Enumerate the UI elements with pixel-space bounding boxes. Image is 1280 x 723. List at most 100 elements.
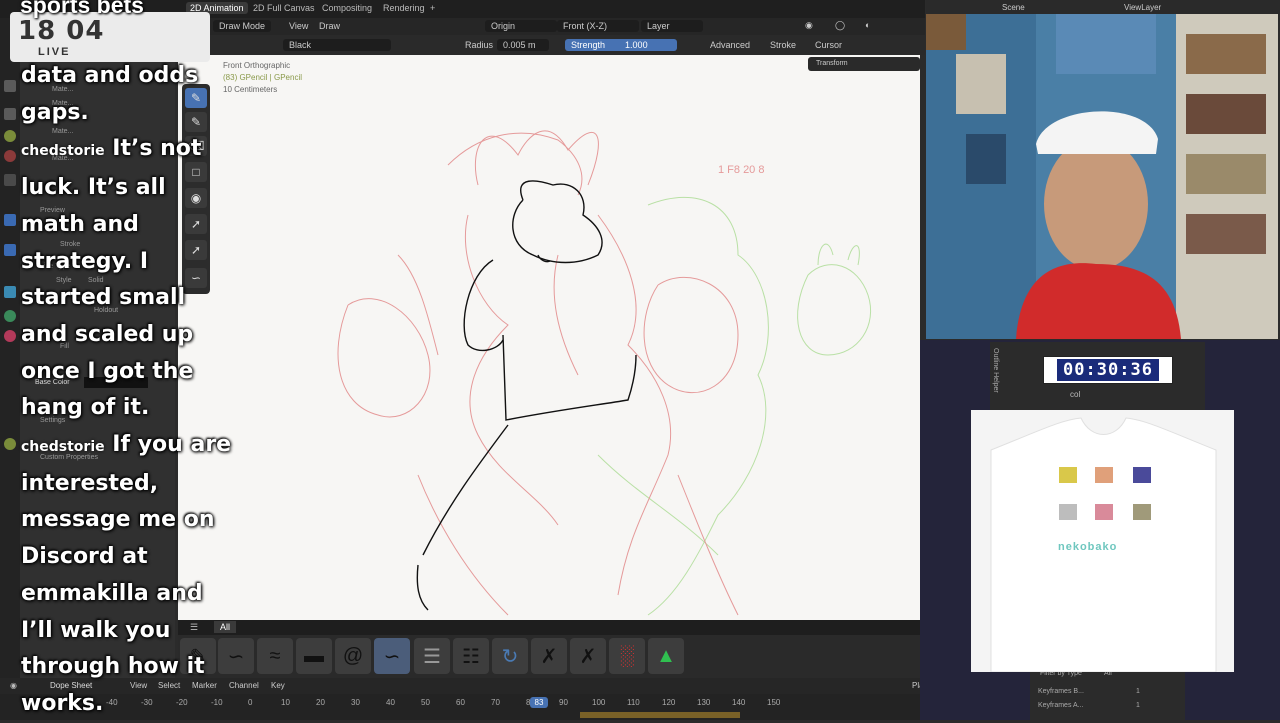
chat-line: works. (21, 690, 104, 716)
object-data-tab-icon[interactable] (4, 310, 16, 322)
object-tab-icon[interactable] (4, 130, 16, 142)
gizmo-icon[interactable]: ◉ (805, 20, 813, 31)
chat-line: hang of it. (21, 395, 150, 421)
scene-selector[interactable]: Scene (1002, 3, 1025, 12)
chat-line: data and odds (21, 63, 199, 88)
radius-field[interactable]: 0.005 m (497, 39, 549, 51)
chat-line: and scaled up (21, 321, 194, 347)
constraint-tab-icon[interactable] (4, 286, 16, 298)
render-tab-icon[interactable] (4, 108, 16, 120)
mode-dropdown[interactable]: Draw Mode (213, 20, 272, 32)
tool-tab-icon[interactable] (4, 80, 16, 92)
red-sketch-arms (397, 254, 579, 376)
chat-overlay: data and odds gaps. chedstorie It’s not … (21, 58, 241, 723)
chat-line: gaps. (21, 99, 89, 125)
viewport-header: Draw Mode View Draw Origin Front (X-Z) L… (175, 18, 925, 35)
radius-label: Radius (465, 40, 494, 50)
keyframes-after-value[interactable]: 1 (1136, 702, 1140, 709)
tab-rendering[interactable]: Rendering (383, 3, 425, 13)
red-sketch-bunny-right (643, 276, 739, 394)
brush-stroke-icon[interactable]: ✗ (531, 638, 567, 674)
brush-red-icon[interactable]: ░ (609, 638, 645, 674)
axis-dropdown[interactable]: Front (X-Z) (557, 20, 639, 32)
red-sketch-ears (474, 130, 599, 186)
chat-line: emmakilla and (21, 580, 203, 606)
outline-helper-tab[interactable]: Outline Helper (992, 348, 999, 393)
webcam-image (926, 14, 1278, 339)
live-label: LIVE (38, 46, 71, 58)
add-workspace-button[interactable]: + (430, 3, 435, 13)
data-tab-icon[interactable] (4, 150, 16, 162)
timeline-tick: 40 (386, 698, 395, 707)
strength-slider[interactable]: Strength 1.000 (565, 39, 677, 51)
chat-line: luck. It’s all (21, 175, 166, 201)
brush-flat-icon[interactable]: ▬ (296, 638, 332, 674)
advanced-dropdown[interactable]: Advanced (710, 40, 750, 50)
brush-scribble-icon[interactable]: ☷ (453, 638, 489, 674)
keyframes-after-label: Keyframes A... (1038, 702, 1084, 709)
modifier-tab-icon[interactable] (4, 214, 16, 226)
physics-tab-icon[interactable] (4, 244, 16, 256)
view-menu[interactable]: View (289, 21, 308, 31)
chat-line: once I got the (21, 358, 194, 384)
chat-line: started small (21, 285, 186, 311)
green-sketch-ears (817, 243, 860, 266)
transform-label: Transform (816, 60, 848, 67)
timeline-tick: 60 (456, 698, 465, 707)
keyframe-strip (580, 712, 740, 718)
chat-line: math and (21, 211, 139, 237)
chat-line: Discord at (21, 544, 148, 570)
timeline-menu-key[interactable]: Key (271, 681, 285, 690)
layer-dropdown[interactable]: Layer (641, 20, 703, 32)
red-sketch-bunny-left (337, 298, 431, 418)
tab-2d-full-canvas[interactable]: 2D Full Canvas (253, 3, 315, 13)
brush-script-icon[interactable]: ∽ (374, 638, 410, 674)
timeline-tick: 90 (559, 698, 568, 707)
transform-panel-tab[interactable]: Transform (808, 57, 920, 71)
material-dropdown[interactable]: Black (283, 39, 391, 51)
brush-hatch-icon[interactable]: ☰ (414, 638, 450, 674)
strength-label: Strength (571, 40, 606, 50)
chat-username: chedstorie (21, 143, 105, 160)
origin-dropdown[interactable]: Origin (485, 20, 557, 32)
overlay-icon[interactable]: ◯ (835, 20, 845, 31)
viewport-canvas[interactable]: 1 F8 20 8 (178, 55, 920, 635)
draw-menu[interactable]: Draw (319, 21, 340, 31)
cursor-dropdown[interactable]: Cursor (815, 40, 842, 50)
playhead-frame[interactable]: 83 (530, 697, 548, 708)
material-tab-icon[interactable] (4, 330, 16, 342)
ink-head (512, 180, 603, 264)
timeline-tick: 30 (351, 698, 360, 707)
dopesheet-icon[interactable]: ◉ (10, 681, 17, 690)
chat-line: It’s not (112, 136, 202, 162)
scene-tab-icon[interactable] (4, 174, 16, 186)
timeline-tick: 120 (662, 698, 676, 707)
shader-tab-icon[interactable] (4, 438, 16, 450)
collection-name[interactable]: col (1070, 390, 1080, 399)
brush-at-icon[interactable]: @ (335, 638, 371, 674)
viewlayer-selector[interactable]: ViewLayer (1124, 3, 1161, 12)
chat-username: chedstorie (21, 439, 105, 456)
brush-loop-icon[interactable]: ↻ (492, 638, 528, 674)
brush-marker-icon[interactable]: ≈ (257, 638, 293, 674)
face (1044, 138, 1148, 270)
keyframe-settings: Filter by Type All Keyframes B... 1 Keyf… (1030, 664, 1185, 720)
shading-icon[interactable]: ◐ (865, 20, 870, 30)
red-sketch-head (447, 132, 583, 196)
brush-green-icon[interactable]: ▲ (648, 638, 684, 674)
red-sketch-legs (417, 474, 739, 616)
timeline-tick: 100 (592, 698, 606, 707)
chat-line: message me on (21, 507, 215, 533)
timeline-tick: 110 (627, 698, 640, 707)
timer-value: 00:30:36 (1057, 359, 1159, 381)
avatar-badge (926, 14, 966, 50)
stroke-dropdown[interactable]: Stroke (770, 40, 796, 50)
webcam-feed (926, 14, 1278, 339)
brush-eraser-icon[interactable]: ✗ (570, 638, 606, 674)
tab-compositing[interactable]: Compositing (322, 3, 372, 13)
green-sketch-bunny (797, 264, 872, 356)
chat-line: interested, (21, 470, 159, 496)
keyframes-before-value[interactable]: 1 (1136, 688, 1140, 695)
timeline-tick: 0 (248, 698, 253, 707)
brush-shelf-tabs: ☰ All (178, 620, 968, 635)
